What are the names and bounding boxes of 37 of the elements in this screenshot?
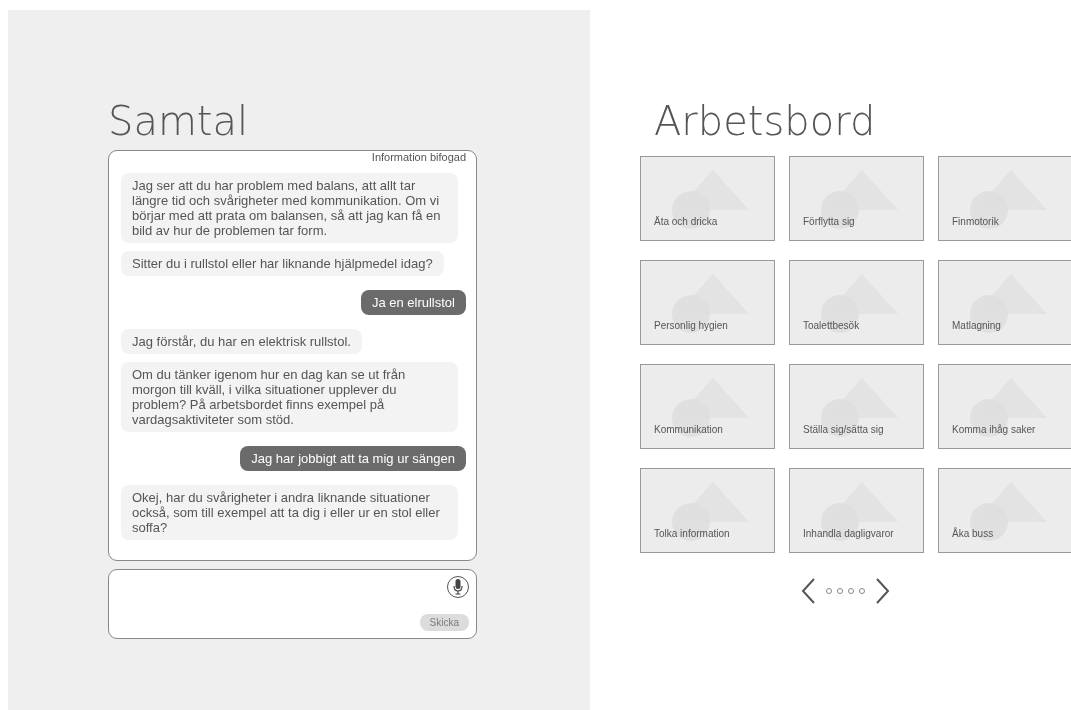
user-message: Jag har jobbigt att ta mig ur sängen: [240, 446, 466, 471]
bot-message: Jag ser att du har problem med balans, att allt tar längre tid och svårigheter med kommunikation. Om vi börjar med att prata om balansen, så att jag kan få en bild av hur de problemen tar form.: [121, 173, 458, 243]
bot-message: Sitter du i rullstol eller har liknande hjälpmedel idag?: [121, 251, 444, 276]
attachment-note: Information bifogad: [371, 151, 466, 163]
card-label: Finmotorik: [952, 216, 999, 227]
activity-card[interactable]: Inhandla dagligvaror: [789, 468, 924, 553]
bot-message: Okej, har du svårigheter i andra liknande situationer också, som till exempel att ta dig i eller ur en stol eller soffa?: [121, 485, 458, 540]
card-label: Toalettbesök: [803, 320, 860, 331]
activity-card[interactable]: Äta och dricka: [640, 156, 775, 241]
card-label: Ställa sig/sätta sig: [803, 424, 884, 435]
card-label: Kommunikation: [654, 424, 723, 435]
activity-card[interactable]: Tolka information: [640, 468, 775, 553]
previous-button[interactable]: [800, 577, 816, 605]
bot-message: Jag förstår, du har en elektrisk rullstol.: [121, 329, 362, 354]
card-label: Personlig hygien: [654, 320, 728, 331]
microphone-icon[interactable]: [447, 576, 469, 598]
activity-card[interactable]: Åka buss: [938, 468, 1071, 553]
next-button[interactable]: [875, 577, 891, 605]
activity-card[interactable]: Toalettbesök: [789, 260, 924, 345]
section-title: Arbetsbord: [654, 102, 877, 140]
activity-card[interactable]: Komma ihåg saker: [938, 364, 1071, 449]
activity-card[interactable]: Förflytta sig: [789, 156, 924, 241]
card-label: Äta och dricka: [654, 216, 718, 227]
user-message: Ja en elrullstol: [360, 290, 466, 315]
activity-card[interactable]: Kommunikation: [640, 364, 775, 449]
activity-card[interactable]: Finmotorik: [938, 156, 1071, 241]
activity-card[interactable]: Matlagning: [938, 260, 1071, 345]
card-label: Inhandla dagligvaror: [803, 528, 894, 539]
activity-card[interactable]: Personlig hygien: [640, 260, 775, 345]
card-label: Förflytta sig: [803, 216, 855, 227]
bot-message: Om du tänker igenom hur en dag kan se ut från morgon till kväll, i vilka situationer upplever du problem? På arbetsbordet finns exempel på vardagsaktiviteter som stöd.: [121, 362, 458, 432]
section-title: Samtal: [108, 102, 250, 140]
card-label: Matlagning: [952, 320, 1001, 331]
activity-card[interactable]: Ställa sig/sätta sig: [789, 364, 924, 449]
card-label: Komma ihåg saker: [952, 424, 1036, 435]
card-label: Åka buss: [952, 528, 994, 539]
card-label: Tolka information: [654, 528, 730, 539]
